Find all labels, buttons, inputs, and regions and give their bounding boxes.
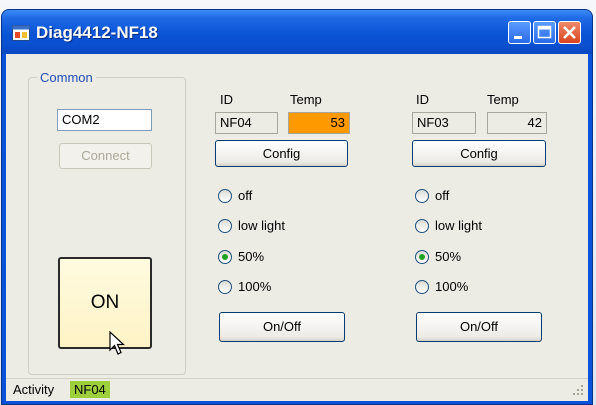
status-activity-value: NF04 bbox=[70, 381, 110, 398]
device1-radio-50-circle[interactable] bbox=[218, 250, 232, 264]
title-bar[interactable]: Diag4412-NF18 bbox=[2, 10, 592, 54]
close-button[interactable] bbox=[558, 21, 581, 44]
app-window: Diag4412-NF18 Common COM2 Connect ON ID … bbox=[2, 10, 592, 404]
device2-onoff-button[interactable]: On/Off bbox=[416, 312, 542, 342]
client-area: Common COM2 Connect ON ID Temp NF04 53 C… bbox=[6, 54, 588, 401]
selected-dot bbox=[419, 254, 425, 260]
device2-temp-label: Temp bbox=[487, 92, 519, 107]
device1-radio-off-circle[interactable] bbox=[218, 189, 232, 203]
device2-radio-off-label[interactable]: off bbox=[435, 188, 449, 203]
device2-radio-50-label[interactable]: 50% bbox=[435, 249, 461, 264]
status-bar: Activity NF04 bbox=[6, 378, 588, 401]
device2-radio-100-circle[interactable] bbox=[415, 280, 429, 294]
close-icon bbox=[563, 26, 576, 39]
device2-config-button[interactable]: Config bbox=[412, 140, 546, 167]
port-input[interactable]: COM2 bbox=[57, 109, 152, 131]
device1-id-label: ID bbox=[220, 92, 233, 107]
minimize-icon bbox=[514, 36, 522, 39]
device2-radio-lowlight-circle[interactable] bbox=[415, 219, 429, 233]
device2-radio-100-label[interactable]: 100% bbox=[435, 279, 468, 294]
device2-id-field: NF03 bbox=[412, 112, 476, 134]
mouse-cursor-icon bbox=[109, 331, 126, 355]
device1-radio-lowlight-label[interactable]: low light bbox=[238, 218, 285, 233]
device2-radio-off-circle[interactable] bbox=[415, 189, 429, 203]
device1-onoff-button[interactable]: On/Off bbox=[219, 312, 345, 342]
device1-id-field: NF04 bbox=[215, 112, 278, 134]
device1-radio-50-label[interactable]: 50% bbox=[238, 249, 264, 264]
device1-radio-lowlight-circle[interactable] bbox=[218, 219, 232, 233]
device1-temp-label: Temp bbox=[290, 92, 322, 107]
device2-temp-field: 42 bbox=[487, 112, 547, 134]
device2-radio-lowlight-label[interactable]: low light bbox=[435, 218, 482, 233]
device1-radio-100-label[interactable]: 100% bbox=[238, 279, 271, 294]
maximize-button[interactable] bbox=[533, 21, 556, 44]
on-button[interactable]: ON bbox=[58, 257, 152, 349]
selected-dot bbox=[222, 254, 228, 260]
device1-temp-field: 53 bbox=[288, 112, 350, 134]
app-icon bbox=[12, 25, 30, 41]
device2-radio-50-circle[interactable] bbox=[415, 250, 429, 264]
common-group-label: Common bbox=[37, 70, 96, 85]
status-activity-label: Activity bbox=[13, 382, 55, 397]
window-title: Diag4412-NF18 bbox=[36, 23, 158, 42]
minimize-button[interactable] bbox=[508, 21, 531, 44]
device1-radio-off-label[interactable]: off bbox=[238, 188, 252, 203]
device1-config-button[interactable]: Config bbox=[215, 140, 348, 167]
maximize-icon bbox=[537, 25, 552, 39]
size-grip-icon[interactable] bbox=[572, 384, 584, 396]
device1-radio-100-circle[interactable] bbox=[218, 280, 232, 294]
connect-button[interactable]: Connect bbox=[59, 143, 152, 169]
device2-id-label: ID bbox=[416, 92, 429, 107]
